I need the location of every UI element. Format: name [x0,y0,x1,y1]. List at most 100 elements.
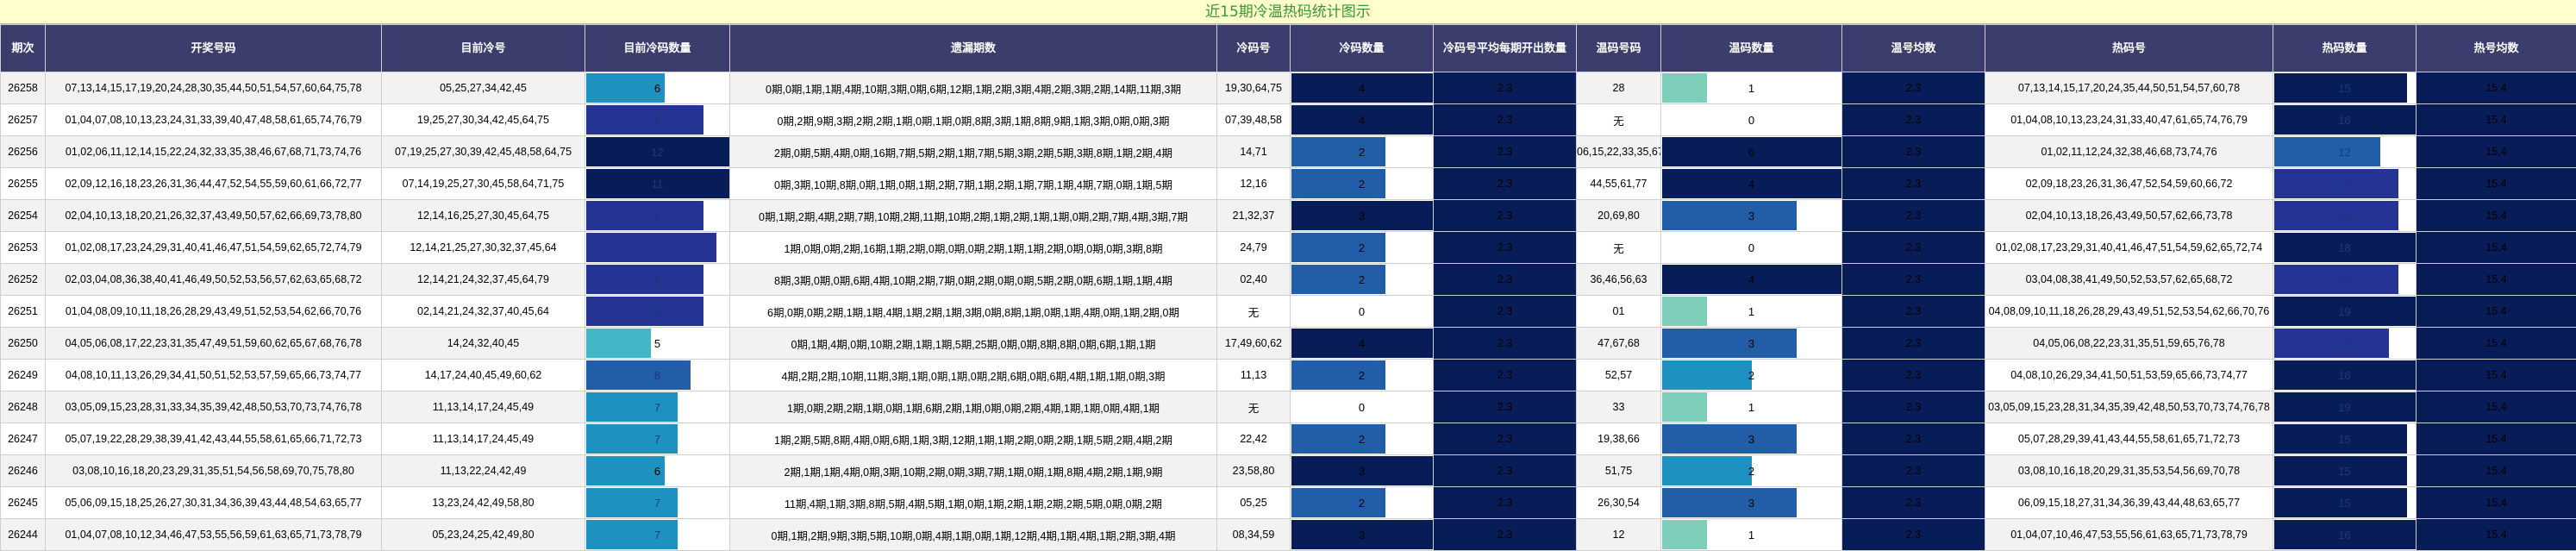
omission-cell: 0期,1期,4期,0期,10期,2期,1期,1期,5期,25期,0期,0期,8期… [729,327,1217,360]
hot-count-bar: 15 [2273,454,2417,487]
hot-average-cell: 15.4 [2416,518,2576,551]
cold-count-bar: 2 [1290,359,1434,391]
current-cold-cell: 19,25,27,30,34,42,45,64,75 [381,103,585,136]
warm-count-bar: 1 [1660,72,1842,104]
period-cell: 26257 [0,103,46,136]
current-cold-cell: 07,19,25,27,30,39,42,45,48,58,64,75 [381,135,585,168]
stats-table: 期次 开奖号码 目前冷号 目前冷码数量 遗漏期数 冷码号 冷码数量 冷码号平均每期开出数量 温码… [0,24,2576,551]
draw-numbers-cell: 01,04,07,08,10,13,23,24,31,33,39,40,47,4… [45,103,382,136]
omission-cell: 1期,2期,5期,8期,4期,0期,6期,1期,3期,12期,1期,1期,2期,… [729,423,1217,455]
current-cold-count-bar: 7 [585,423,730,455]
current-cold-count-bar: 9 [585,103,730,136]
current-cold-cell: 11,13,14,17,24,45,49 [381,423,585,455]
warm-average-cell: 2.3 [1841,486,1985,519]
omission-cell: 1期,0期,2期,2期,1期,0期,1期,6期,2期,1期,0期,0期,2期,4… [729,391,1217,423]
current-cold-count-bar: 9 [585,295,730,328]
cold-count-bar-fill [1291,169,1385,198]
omission-cell: 11期,4期,1期,3期,8期,5期,4期,5期,1期,0期,1期,2期,1期,… [729,486,1217,519]
column-header: 遗漏期数 [729,24,1217,72]
hot-count-bar: 19 [2273,391,2417,423]
hot-numbers-cell: 03,08,10,16,18,20,29,31,35,53,54,56,69,7… [1985,454,2273,487]
current-cold-count-bar-fill [586,456,665,485]
warm-count-bar: 4 [1660,263,1842,296]
cold-count-bar: 0 [1290,391,1434,423]
hot-average-cell: 15.4 [2416,454,2576,487]
hot-numbers-cell: 05,07,28,29,39,41,43,44,55,58,61,65,71,7… [1985,423,2273,455]
column-header: 温码号码 [1576,24,1661,72]
draw-numbers-cell: 03,05,09,15,23,28,31,33,34,35,39,42,48,5… [45,391,382,423]
period-cell: 26248 [0,391,46,423]
warm-count-bar-value: 1 [1748,528,1755,542]
warm-numbers-cell: 47,67,68 [1576,327,1661,360]
current-cold-count-bar-value: 6 [653,464,661,478]
table-row: 26257 01,04,07,08,10,13,23,24,31,33,39,40… [0,103,2576,136]
cold-count-bar-fill [1291,265,1385,294]
warm-average-cell: 2.3 [1841,167,1985,200]
current-cold-count-bar-value: 12 [651,145,664,159]
hot-count-bar-fill [2274,169,2398,198]
hot-count-bar: 16 [2273,518,2417,551]
hot-count-bar-value: 15 [2338,464,2351,478]
draw-numbers-cell: 02,03,04,08,36,38,40,41,46,49,50,52,53,5… [45,263,382,296]
warm-numbers-cell: 52,57 [1576,359,1661,391]
cold-numbers-cell: 无 [1216,391,1291,423]
column-header: 目前冷号 [381,24,585,72]
warm-count-bar-value: 6 [1748,145,1755,159]
cold-count-bar-value: 0 [1358,400,1366,414]
hot-numbers-cell: 04,08,09,10,11,18,26,28,29,43,49,51,52,5… [1985,295,2273,328]
current-cold-count-bar: 7 [585,391,730,423]
current-cold-cell: 12,14,16,25,27,30,45,64,75 [381,199,585,232]
draw-numbers-cell: 07,13,14,15,17,19,20,24,28,30,35,44,50,5… [45,72,382,104]
warm-numbers-cell: 无 [1576,103,1661,136]
omission-cell: 6期,0期,0期,2期,1期,1期,4期,1期,2期,1期,3期,0期,8期,1… [729,295,1217,328]
current-cold-count-bar-value: 9 [653,272,661,286]
hot-average-cell: 15.4 [2416,103,2576,136]
hot-numbers-cell: 04,08,10,26,29,34,41,50,51,53,59,65,66,7… [1985,359,2273,391]
current-cold-count-bar: 6 [585,72,730,104]
cold-count-bar: 3 [1290,518,1434,551]
cold-average-cell: 2.3 [1433,327,1577,360]
hot-count-bar: 14 [2273,167,2417,200]
warm-count-bar: 3 [1660,327,1842,360]
table-row: 26251 01,04,08,09,10,11,18,26,28,29,43,49… [0,295,2576,328]
warm-count-bar-value: 0 [1748,241,1755,254]
period-cell: 26245 [0,486,46,519]
current-cold-count-bar-value: 7 [653,528,661,542]
current-cold-count-bar-value: 7 [653,432,661,446]
hot-count-bar-fill [2274,137,2380,166]
warm-count-bar: 3 [1660,423,1842,455]
cold-count-bar: 2 [1290,135,1434,168]
period-cell: 26246 [0,454,46,487]
table-row: 26245 05,06,09,15,18,25,26,27,30,31,34,36… [0,486,2576,519]
column-header: 热号均数 [2416,24,2576,72]
header-row: 期次 开奖号码 目前冷号 目前冷码数量 遗漏期数 冷码号 冷码数量 冷码号平均每期开出数量 温码… [0,24,2576,72]
current-cold-count-bar-fill [586,297,703,326]
cold-count-bar: 2 [1290,486,1434,519]
warm-count-bar-fill [1662,392,1707,422]
draw-numbers-cell: 02,09,12,16,18,23,26,31,36,44,47,52,54,5… [45,167,382,200]
hot-count-bar-value: 18 [2338,241,2351,254]
cold-count-bar: 2 [1290,423,1434,455]
hot-count-bar: 13 [2273,327,2417,360]
current-cold-cell: 13,23,24,42,49,58,80 [381,486,585,519]
period-cell: 26249 [0,359,46,391]
hot-average-cell: 15.4 [2416,295,2576,328]
period-cell: 26244 [0,518,46,551]
table-row: 26247 05,07,19,22,28,29,38,39,41,42,43,44… [0,423,2576,455]
warm-numbers-cell: 12 [1576,518,1661,551]
current-cold-count-bar-fill [586,265,703,294]
period-cell: 26254 [0,199,46,232]
warm-count-bar-fill [1662,520,1707,549]
warm-count-bar-value: 1 [1748,400,1755,414]
hot-average-cell: 15.4 [2416,263,2576,296]
cold-average-cell: 2.3 [1433,72,1577,104]
table-row: 26252 02,03,04,08,36,38,40,41,46,49,50,52… [0,263,2576,296]
cold-count-bar-value: 2 [1358,368,1366,382]
cold-average-cell: 2.3 [1433,135,1577,168]
table-row: 26253 01,02,08,17,23,24,29,31,40,41,46,47… [0,231,2576,264]
current-cold-count-bar-value: 5 [653,336,661,350]
current-cold-cell: 11,13,14,17,24,45,49 [381,391,585,423]
hot-average-cell: 15.4 [2416,231,2576,264]
cold-count-bar-fill [1291,137,1385,166]
hot-count-bar: 15 [2273,486,2417,519]
